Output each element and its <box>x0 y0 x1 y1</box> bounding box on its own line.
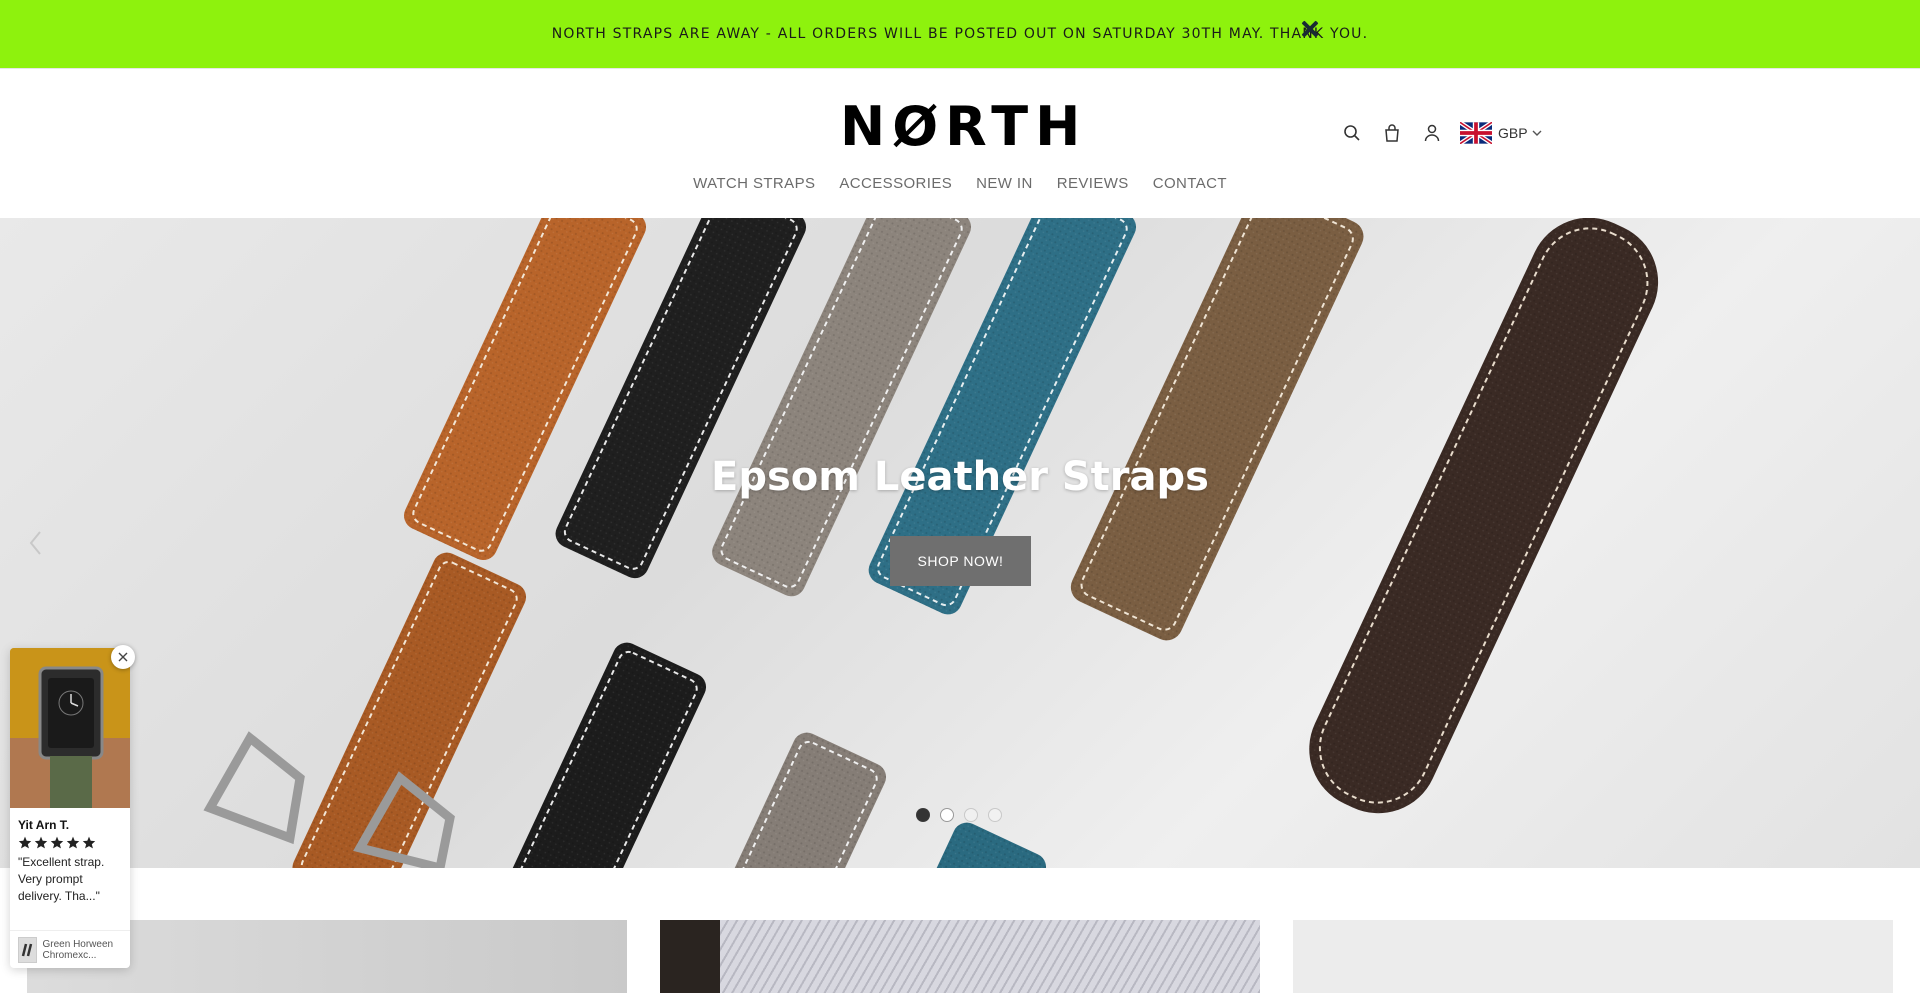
shop-now-button[interactable]: SHOP NOW! <box>890 536 1031 586</box>
nav-item-accessories[interactable]: ACCESSORIES <box>827 175 964 192</box>
bag-icon[interactable] <box>1380 121 1404 145</box>
announcement-bar: NORTH STRAPS ARE AWAY - ALL ORDERS WILL … <box>0 0 1920 68</box>
star-icon <box>34 836 48 849</box>
star-icon <box>66 836 80 849</box>
product-name: Green Horween Chromexc... <box>42 938 114 961</box>
slider-dot[interactable] <box>988 808 1002 822</box>
hero-title: Epsom Leather Straps <box>711 454 1209 500</box>
nav-item-contact[interactable]: CONTACT <box>1141 175 1239 192</box>
header-tools: GBP <box>1340 117 1542 149</box>
announcement-text: NORTH STRAPS ARE AWAY - ALL ORDERS WILL … <box>551 26 1369 42</box>
review-popup[interactable]: Yit Arn T. "Excellent strap. Very prompt… <box>10 648 130 968</box>
slider-dots <box>916 808 1002 822</box>
product-thumbnail <box>18 936 37 963</box>
collection-tile[interactable] <box>660 920 1260 993</box>
slider-dot[interactable] <box>964 808 978 822</box>
nav-item-watch-straps[interactable]: WATCH STRAPS <box>681 175 827 192</box>
star-icon <box>18 836 32 849</box>
chevron-down-icon <box>1532 130 1542 136</box>
nav-item-reviews[interactable]: REVIEWS <box>1045 175 1141 192</box>
collection-tile[interactable] <box>1293 920 1893 993</box>
logo[interactable]: NØRTH <box>840 99 1080 155</box>
hero-slider: Epsom Leather Straps SHOP NOW! <box>0 218 1920 868</box>
nav-item-new-in[interactable]: NEW IN <box>964 175 1045 192</box>
currency-label: GBP <box>1498 125 1528 141</box>
chevron-left-icon[interactable] <box>26 528 46 558</box>
slider-dot[interactable] <box>916 808 930 822</box>
star-icon <box>50 836 64 849</box>
collection-tiles <box>0 920 1920 993</box>
star-rating <box>18 836 122 849</box>
star-icon <box>82 836 96 849</box>
review-product[interactable]: Green Horween Chromexc... <box>10 930 130 968</box>
main-nav: WATCH STRAPS ACCESSORIES NEW IN REVIEWS … <box>0 175 1920 192</box>
user-icon[interactable] <box>1420 121 1444 145</box>
reviewer-name: Yit Arn T. <box>18 818 70 832</box>
review-text: "Excellent strap. Very prompt delivery. … <box>18 855 105 903</box>
uk-flag-icon <box>1460 122 1492 144</box>
currency-selector[interactable]: GBP <box>1460 122 1542 144</box>
close-icon[interactable] <box>111 645 135 669</box>
slider-dot[interactable] <box>940 808 954 822</box>
search-icon[interactable] <box>1340 121 1364 145</box>
review-photo <box>10 648 130 808</box>
site-header: NØRTH GBP WATCH STRAPS ACCESSORIES NEW I… <box>0 68 1920 218</box>
close-icon[interactable] <box>1299 18 1321 40</box>
